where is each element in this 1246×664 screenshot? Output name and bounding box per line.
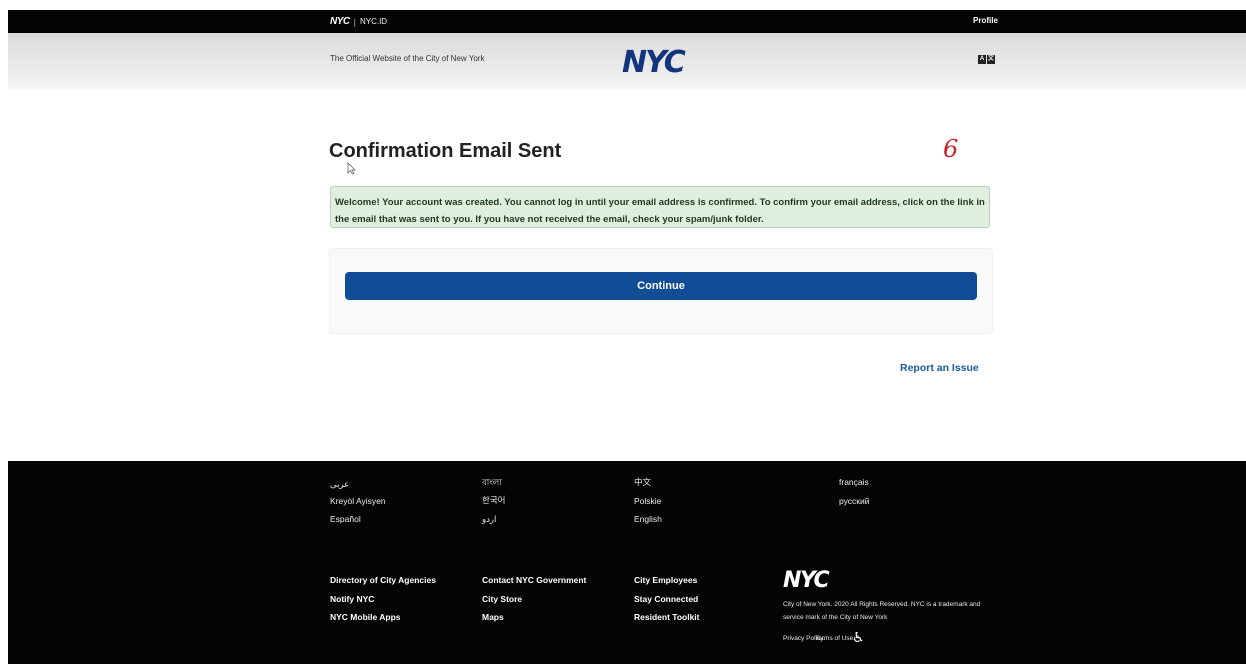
translate-icon-zh: 文 [987, 55, 995, 64]
link-maps[interactable]: Maps [482, 612, 504, 622]
link-stay-connected[interactable]: Stay Connected [634, 594, 698, 604]
lang-haitian-creole[interactable]: Kreyòl Ayisyen [330, 496, 386, 506]
terms-of-use-link[interactable]: Terms of Use. [815, 635, 855, 642]
top-bar: NYC | NYC.ID Profile [8, 10, 1246, 33]
lang-spanish[interactable]: Español [330, 514, 361, 524]
site-header: The Official Website of the City of New … [8, 33, 1246, 89]
link-city-employees[interactable]: City Employees [634, 575, 697, 585]
lang-korean[interactable]: 한국어 [482, 494, 505, 506]
accessibility-icon[interactable]: ♿ [852, 629, 865, 646]
link-nyc-mobile-apps[interactable]: NYC Mobile Apps [330, 612, 401, 622]
lang-english[interactable]: English [634, 514, 662, 524]
link-resident-toolkit[interactable]: Resident Toolkit [634, 612, 700, 622]
profile-link[interactable]: Profile [973, 16, 998, 25]
lang-chinese[interactable]: 中文 [634, 476, 651, 488]
nyc-id-label[interactable]: NYC.ID [360, 17, 387, 26]
nyc-logo[interactable]: NYC [622, 45, 686, 80]
lang-arabic[interactable]: عربى [330, 479, 349, 490]
translate-icon-a: A [978, 55, 986, 64]
official-website-text: The Official Website of the City of New … [330, 54, 485, 63]
alert-message: Welcome! Your account was created. You c… [335, 197, 985, 225]
nyc-small-logo[interactable]: NYC [330, 16, 350, 27]
lang-french[interactable]: français [839, 477, 869, 487]
footer-nyc-logo[interactable]: NYC [783, 568, 830, 593]
link-city-store[interactable]: City Store [482, 594, 522, 604]
page-title: Confirmation Email Sent [329, 140, 562, 162]
report-issue-link[interactable]: Report an Issue [900, 362, 979, 374]
link-directory-of-city-agencies[interactable]: Directory of City Agencies [330, 575, 436, 585]
continue-card: Continue [329, 248, 993, 334]
nyc-id-brand[interactable]: NYC | NYC.ID [330, 16, 387, 27]
lang-urdu[interactable]: اردو [482, 514, 496, 525]
brand-separator: | [353, 16, 356, 27]
copyright-text: City of New York. 2020 All Rights Reserv… [783, 601, 981, 621]
lang-russian[interactable]: русский [839, 496, 870, 506]
link-contact-nyc-government[interactable]: Contact NYC Government [482, 575, 586, 585]
site-footer: عربى বাংলা 中文 français Kreyòl Ayisyen 한국… [8, 461, 1246, 664]
link-notify-nyc[interactable]: Notify NYC [330, 594, 374, 604]
continue-button[interactable]: Continue [345, 272, 977, 300]
lang-bengali[interactable]: বাংলা [482, 476, 502, 490]
mouse-cursor-icon [347, 162, 356, 175]
handwritten-annotation: 6 [943, 135, 959, 163]
lang-polish[interactable]: Polskie [634, 496, 661, 506]
translate-button[interactable]: A 文 [978, 55, 995, 64]
success-alert: Welcome! Your account was created. You c… [330, 186, 990, 228]
